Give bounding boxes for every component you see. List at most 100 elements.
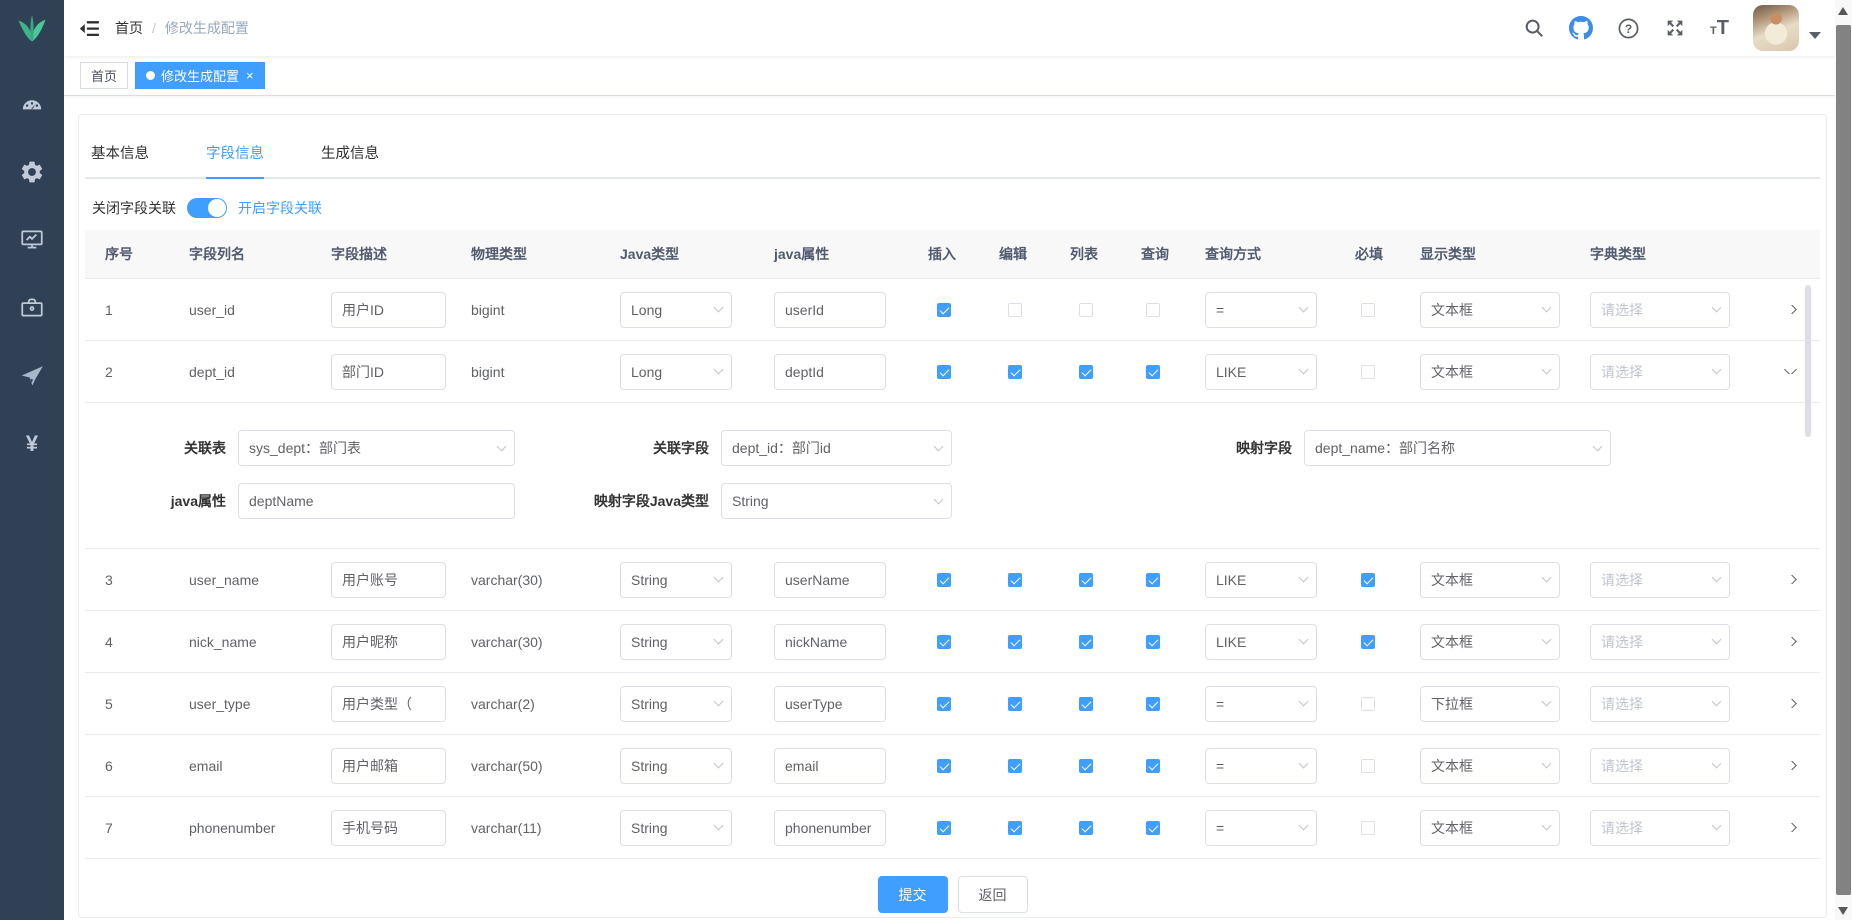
list-checkbox[interactable]: [1079, 635, 1093, 649]
display-type-select[interactable]: 文本框: [1420, 624, 1560, 660]
relation-table-select[interactable]: sys_dept：部门表: [238, 430, 515, 466]
association-toggle[interactable]: [187, 198, 227, 218]
row-expand-toggle[interactable]: [1760, 575, 1820, 584]
query-checkbox[interactable]: [1146, 573, 1160, 587]
display-type-select[interactable]: 文本框: [1420, 354, 1560, 390]
description-input[interactable]: [331, 292, 446, 328]
edit-checkbox[interactable]: [1008, 821, 1022, 835]
description-input[interactable]: [331, 810, 446, 846]
display-type-select[interactable]: 文本框: [1420, 292, 1560, 328]
description-input[interactable]: [331, 748, 446, 784]
window-scrollbar[interactable]: [1835, 0, 1852, 920]
java-type-select[interactable]: Long: [620, 292, 732, 328]
list-checkbox[interactable]: [1079, 697, 1093, 711]
sidebar-item-pay[interactable]: ¥: [0, 410, 64, 478]
query-mode-select[interactable]: LIKE: [1205, 624, 1317, 660]
github-icon[interactable]: [1569, 16, 1593, 40]
tag-home[interactable]: 首页: [80, 62, 128, 89]
scrollbar-down-arrow-icon[interactable]: [1838, 907, 1848, 915]
insert-checkbox[interactable]: [937, 759, 951, 773]
query-checkbox[interactable]: [1146, 303, 1160, 317]
display-type-select[interactable]: 文本框: [1420, 562, 1560, 598]
java-type-select[interactable]: String: [620, 686, 732, 722]
edit-checkbox[interactable]: [1008, 365, 1022, 379]
scrollbar-up-arrow-icon[interactable]: [1838, 7, 1848, 15]
required-checkbox[interactable]: [1361, 573, 1375, 587]
edit-checkbox[interactable]: [1008, 573, 1022, 587]
dict-type-select[interactable]: 请选择: [1590, 354, 1730, 390]
insert-checkbox[interactable]: [937, 573, 951, 587]
row-expand-toggle[interactable]: [1760, 369, 1820, 374]
required-checkbox[interactable]: [1361, 759, 1375, 773]
java-attr-input[interactable]: [774, 810, 886, 846]
dict-type-select[interactable]: 请选择: [1590, 810, 1730, 846]
search-icon[interactable]: [1523, 17, 1545, 39]
edit-checkbox[interactable]: [1008, 635, 1022, 649]
dict-type-select[interactable]: 请选择: [1590, 292, 1730, 328]
table-scrollbar-thumb[interactable]: [1805, 285, 1811, 437]
query-checkbox[interactable]: [1146, 635, 1160, 649]
insert-checkbox[interactable]: [937, 365, 951, 379]
query-mode-select[interactable]: =: [1205, 292, 1317, 328]
relation-field-select[interactable]: dept_id：部门id: [721, 430, 952, 466]
query-mode-select[interactable]: =: [1205, 686, 1317, 722]
sidebar-item-guide[interactable]: [0, 342, 64, 410]
submit-button[interactable]: 提交: [878, 876, 948, 913]
java-attr-input[interactable]: [774, 354, 886, 390]
user-menu[interactable]: [1753, 5, 1821, 51]
required-checkbox[interactable]: [1361, 697, 1375, 711]
description-input[interactable]: [331, 686, 446, 722]
mapping-field-select[interactable]: dept_name：部门名称: [1304, 430, 1611, 466]
insert-checkbox[interactable]: [937, 635, 951, 649]
list-checkbox[interactable]: [1079, 821, 1093, 835]
java-type-select[interactable]: Long: [620, 354, 732, 390]
display-type-select[interactable]: 文本框: [1420, 748, 1560, 784]
edit-checkbox[interactable]: [1008, 759, 1022, 773]
java-type-select[interactable]: String: [620, 624, 732, 660]
java-attr-input[interactable]: [774, 562, 886, 598]
sidebar-item-tool[interactable]: [0, 274, 64, 342]
sidebar-item-monitor[interactable]: [0, 206, 64, 274]
query-mode-select[interactable]: =: [1205, 748, 1317, 784]
back-button[interactable]: 返回: [958, 876, 1028, 913]
java-attr-input[interactable]: [774, 292, 886, 328]
display-type-select[interactable]: 下拉框: [1420, 686, 1560, 722]
help-question-icon[interactable]: ?: [1617, 17, 1640, 40]
breadcrumb-home[interactable]: 首页: [115, 18, 143, 38]
query-mode-select[interactable]: =: [1205, 810, 1317, 846]
query-mode-select[interactable]: LIKE: [1205, 562, 1317, 598]
query-checkbox[interactable]: [1146, 759, 1160, 773]
tab-field-info[interactable]: 字段信息: [206, 142, 264, 177]
fullscreen-icon[interactable]: [1664, 17, 1686, 39]
tab-basic-info[interactable]: 基本信息: [91, 142, 149, 177]
required-checkbox[interactable]: [1361, 365, 1375, 379]
dict-type-select[interactable]: 请选择: [1590, 748, 1730, 784]
edit-checkbox[interactable]: [1008, 697, 1022, 711]
insert-checkbox[interactable]: [937, 303, 951, 317]
java-type-select[interactable]: String: [620, 748, 732, 784]
sidebar-fold-icon[interactable]: [64, 18, 115, 39]
insert-checkbox[interactable]: [937, 821, 951, 835]
font-size-icon[interactable]: TT: [1710, 18, 1729, 38]
java-type-select[interactable]: String: [620, 562, 732, 598]
mapping-java-type-select[interactable]: String: [721, 483, 952, 519]
sidebar-item-system[interactable]: [0, 138, 64, 206]
list-checkbox[interactable]: [1079, 303, 1093, 317]
tab-generate-info[interactable]: 生成信息: [321, 142, 379, 177]
java-type-select[interactable]: String: [620, 810, 732, 846]
tag-current-page[interactable]: 修改生成配置 ×: [135, 62, 265, 89]
java-attr-input[interactable]: [774, 686, 886, 722]
mapping-java-attr-input[interactable]: [238, 483, 515, 519]
dict-type-select[interactable]: 请选择: [1590, 624, 1730, 660]
list-checkbox[interactable]: [1079, 759, 1093, 773]
row-expand-toggle[interactable]: [1760, 823, 1820, 832]
row-expand-toggle[interactable]: [1760, 637, 1820, 646]
query-checkbox[interactable]: [1146, 821, 1160, 835]
required-checkbox[interactable]: [1361, 635, 1375, 649]
required-checkbox[interactable]: [1361, 303, 1375, 317]
display-type-select[interactable]: 文本框: [1420, 810, 1560, 846]
list-checkbox[interactable]: [1079, 573, 1093, 587]
sidebar-item-dashboard[interactable]: [0, 70, 64, 138]
query-mode-select[interactable]: LIKE: [1205, 354, 1317, 390]
description-input[interactable]: [331, 562, 446, 598]
